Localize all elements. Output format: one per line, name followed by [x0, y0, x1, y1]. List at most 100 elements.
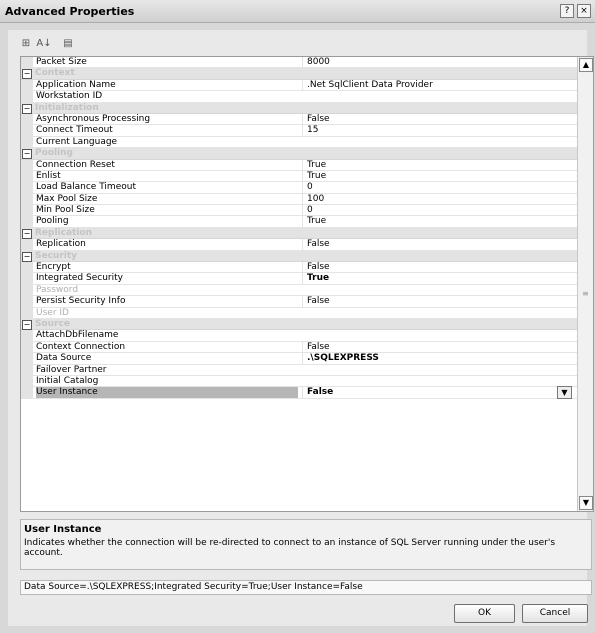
- property-value[interactable]: False: [302, 341, 572, 353]
- property-name: Connection Reset: [36, 159, 115, 170]
- collapse-icon[interactable]: −: [22, 149, 32, 160]
- row-margin: [21, 239, 33, 250]
- collapse-icon[interactable]: −: [22, 69, 32, 80]
- property-value[interactable]: .Net SqlClient Data Provider: [302, 79, 572, 91]
- row-margin: [21, 136, 33, 148]
- close-icon[interactable]: ×: [577, 4, 591, 18]
- property-row[interactable]: Packet Size 8000: [21, 57, 578, 69]
- category-label: Context: [35, 68, 75, 79]
- grid-scrollbar[interactable]: ▲ ≡ ▼: [577, 57, 593, 511]
- dropdown-arrow-icon[interactable]: ▼: [557, 386, 572, 400]
- property-value[interactable]: False: [302, 239, 572, 251]
- property-value[interactable]: 15: [302, 125, 572, 137]
- row-margin: [21, 375, 33, 387]
- property-value[interactable]: False: [302, 262, 572, 274]
- property-row[interactable]: Application Name .Net SqlClient Data Prov…: [21, 79, 578, 92]
- property-row[interactable]: Encrypt False: [21, 262, 578, 274]
- property-row[interactable]: User ID: [21, 307, 578, 319]
- property-name: Password: [36, 284, 79, 295]
- category-row[interactable]: − Source: [21, 318, 578, 331]
- property-row[interactable]: Min Pool Size 0: [21, 205, 578, 217]
- property-row[interactable]: User Instance False ▼: [21, 386, 578, 400]
- cancel-button[interactable]: Cancel: [522, 604, 588, 623]
- property-row[interactable]: Workstation ID: [21, 91, 578, 103]
- property-value[interactable]: False: [302, 113, 572, 125]
- scroll-thumb-grip-icon[interactable]: ≡: [582, 289, 589, 298]
- property-row[interactable]: Context Connection False: [21, 341, 578, 354]
- property-value[interactable]: .\SQLEXPRESS: [302, 353, 572, 365]
- property-name: Asynchronous Processing: [36, 113, 151, 124]
- property-row[interactable]: Integrated Security True: [21, 273, 578, 285]
- property-row[interactable]: Connection Reset True: [21, 159, 578, 171]
- category-label: Security: [35, 250, 78, 261]
- alphabetical-sort-icon[interactable]: A↓: [36, 36, 52, 52]
- property-row[interactable]: Pooling True: [21, 216, 578, 228]
- property-name: Integrated Security: [36, 273, 123, 284]
- property-value[interactable]: True: [302, 216, 572, 228]
- row-margin: [21, 341, 33, 353]
- category-row[interactable]: − Pooling: [21, 148, 578, 160]
- property-name: Enlist: [36, 170, 61, 181]
- collapse-icon[interactable]: −: [22, 103, 32, 114]
- property-value[interactable]: True: [302, 273, 572, 285]
- property-name: Context Connection: [36, 341, 126, 352]
- help-icon[interactable]: ?: [560, 4, 574, 18]
- help-description: Indicates whether the connection will be…: [24, 538, 556, 558]
- property-row[interactable]: Current Language: [21, 136, 578, 149]
- ok-button[interactable]: OK: [454, 604, 515, 623]
- row-margin: [21, 182, 33, 193]
- property-value[interactable]: 0: [302, 205, 572, 217]
- category-row[interactable]: − Replication: [21, 227, 578, 240]
- collapse-icon[interactable]: −: [22, 319, 32, 330]
- scroll-up-icon[interactable]: ▲: [579, 58, 593, 72]
- property-row[interactable]: Initial Catalog: [21, 375, 578, 388]
- property-row[interactable]: Replication False: [21, 239, 578, 251]
- category-label: Source: [35, 318, 70, 329]
- collapse-icon[interactable]: −: [22, 228, 32, 239]
- category-row[interactable]: − Security: [21, 250, 578, 263]
- property-name: Packet Size: [36, 57, 87, 67]
- row-margin: [21, 307, 33, 318]
- category-label: Initialization: [35, 102, 99, 113]
- property-pages-icon[interactable]: ▤: [60, 36, 76, 52]
- property-row[interactable]: Persist Security Info False: [21, 296, 578, 308]
- property-row[interactable]: Connect Timeout 15: [21, 125, 578, 137]
- property-row[interactable]: Asynchronous Processing False: [21, 113, 578, 126]
- category-row[interactable]: − Initialization: [21, 102, 578, 114]
- row-margin: [21, 262, 33, 273]
- property-value[interactable]: 0: [302, 182, 572, 194]
- property-row[interactable]: Data Source .\SQLEXPRESS: [21, 353, 578, 365]
- property-row[interactable]: Max Pool Size 100: [21, 193, 578, 206]
- categorized-view-icon[interactable]: ⊞: [18, 36, 34, 52]
- property-row[interactable]: Password: [21, 284, 578, 297]
- row-margin: [21, 170, 33, 182]
- property-value[interactable]: False ▼: [302, 386, 572, 400]
- property-name: Persist Security Info: [36, 296, 126, 307]
- property-name: Initial Catalog: [36, 375, 99, 386]
- row-margin: [21, 296, 33, 307]
- collapse-icon[interactable]: −: [22, 251, 32, 262]
- property-value[interactable]: 100: [302, 193, 572, 205]
- property-rows: Packet Size 8000− Context Application Name.…: [21, 57, 578, 400]
- row-margin: [21, 216, 33, 227]
- property-name: User Instance: [36, 387, 298, 399]
- row-margin: [21, 273, 33, 284]
- property-value[interactable]: True: [302, 159, 572, 171]
- property-name: Max Pool Size: [36, 193, 98, 204]
- scroll-down-icon[interactable]: ▼: [579, 496, 593, 510]
- property-row[interactable]: Enlist True: [21, 170, 578, 183]
- row-margin: [21, 57, 33, 68]
- property-value[interactable]: False: [302, 296, 572, 308]
- property-name: Data Source: [36, 353, 92, 364]
- property-row[interactable]: Failover Partner: [21, 364, 578, 376]
- property-name: Failover Partner: [36, 364, 107, 375]
- window-title: Advanced Properties: [5, 5, 135, 18]
- category-row[interactable]: − Context: [21, 68, 578, 80]
- property-value[interactable]: 8000: [302, 57, 572, 68]
- property-row[interactable]: Load Balance Timeout 0: [21, 182, 578, 194]
- row-margin: [21, 91, 33, 102]
- property-row[interactable]: AttachDbFilename: [21, 330, 578, 342]
- row-margin: [21, 205, 33, 216]
- property-value[interactable]: True: [302, 170, 572, 182]
- row-margin: [21, 364, 33, 375]
